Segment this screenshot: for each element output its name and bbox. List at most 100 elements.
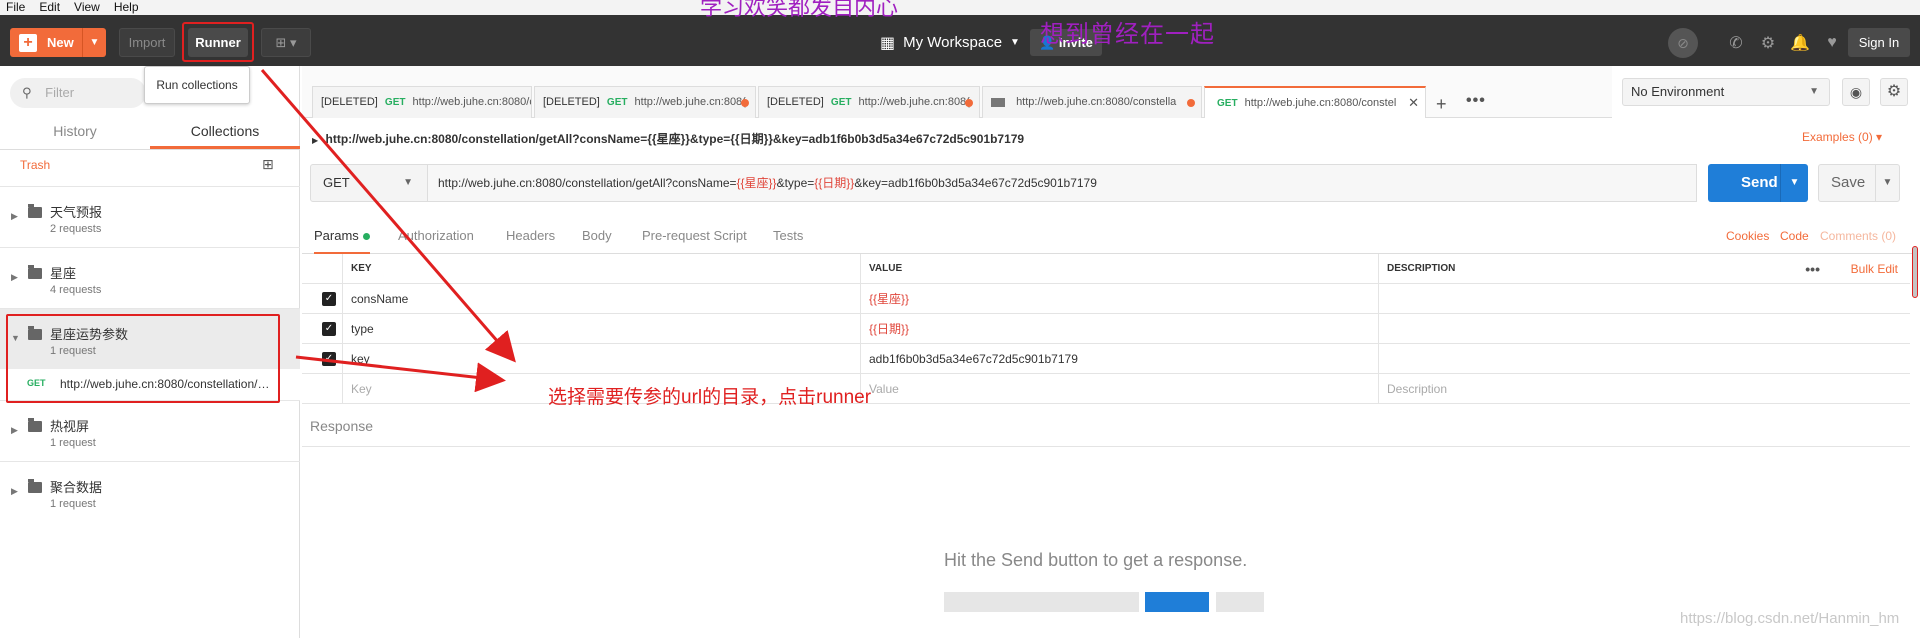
add-tab-icon[interactable]: + bbox=[1436, 94, 1447, 115]
eye-icon[interactable]: ◉ bbox=[1842, 78, 1870, 106]
annotation-box-runner bbox=[182, 22, 254, 62]
new-window-button[interactable]: ⊞ ▾ bbox=[261, 28, 311, 57]
tab-pre-request-script[interactable]: Pre-request Script bbox=[642, 218, 747, 254]
param-description[interactable] bbox=[1378, 314, 1910, 344]
menu-file[interactable]: File bbox=[6, 0, 25, 15]
method-select[interactable]: GET ▼ bbox=[310, 164, 428, 202]
chevron-right-icon: ▶ bbox=[312, 136, 319, 145]
chevron-right-icon[interactable]: ▶ bbox=[11, 486, 18, 497]
send-button[interactable]: Send ▼ bbox=[1708, 164, 1808, 202]
watermark: https://blog.csdn.net/Hanmin_hm bbox=[1680, 610, 1900, 627]
filter-input[interactable]: ⚲ Filter bbox=[10, 78, 146, 108]
tab-authorization[interactable]: Authorization bbox=[398, 218, 474, 254]
request-tab-active[interactable]: GET http://web.juhe.cn:8080/constel ✕ bbox=[1204, 86, 1426, 118]
save-button[interactable]: Save ▼ bbox=[1818, 164, 1900, 202]
chevron-down-icon[interactable]: ▼ bbox=[1780, 164, 1808, 202]
param-key[interactable]: consName bbox=[342, 284, 860, 314]
gear-icon[interactable]: ⚙ bbox=[1880, 78, 1908, 106]
menu-view[interactable]: View bbox=[74, 0, 100, 15]
new-collection-icon[interactable]: ⊞ bbox=[262, 156, 274, 173]
header-icons: ⊘ ✆ ⚙ 🔔 ♥ bbox=[1668, 28, 1842, 58]
settings-icon[interactable]: ⚙ bbox=[1758, 33, 1778, 53]
param-description[interactable] bbox=[1378, 344, 1910, 374]
tab-params-label: Params bbox=[314, 228, 359, 243]
more-icon[interactable]: ••• bbox=[1466, 92, 1486, 110]
description-input[interactable]: Description bbox=[1378, 374, 1910, 404]
request-tab[interactable]: [DELETED] GET http://web.juhe.cn:808( bbox=[758, 86, 980, 118]
tab-body[interactable]: Body bbox=[582, 218, 612, 254]
tab-method: GET bbox=[1217, 98, 1238, 109]
value-input[interactable]: Value bbox=[860, 374, 1378, 404]
table-row: ✓ type {{日期}} bbox=[302, 314, 1910, 344]
param-value[interactable]: {{日期}} bbox=[860, 314, 1378, 344]
examples-link[interactable]: Examples (0) ▾ bbox=[1802, 130, 1882, 144]
satellite-icon[interactable]: ✆ bbox=[1726, 33, 1746, 53]
param-key[interactable]: type bbox=[342, 314, 860, 344]
comments-link[interactable]: Comments (0) bbox=[1820, 218, 1896, 254]
trash-link[interactable]: Trash bbox=[20, 158, 50, 172]
runner-tooltip: Run collections bbox=[144, 66, 250, 104]
signin-button[interactable]: Sign In bbox=[1848, 28, 1910, 57]
request-tab[interactable]: [DELETED] GET http://web.juhe.cn:8080/c bbox=[312, 86, 532, 118]
collection-count: 1 request bbox=[50, 498, 96, 510]
heart-icon[interactable]: ♥ bbox=[1822, 34, 1842, 52]
param-value[interactable]: {{星座}} bbox=[860, 284, 1378, 314]
scrollbar-thumb[interactable] bbox=[1912, 246, 1918, 298]
tab-headers[interactable]: Headers bbox=[506, 218, 555, 254]
collection-item[interactable]: ▶ 星座 4 requests bbox=[0, 247, 300, 308]
tab-url: http://web.juhe.cn:808( bbox=[858, 96, 970, 108]
table-row: ✓ consName {{星座}} bbox=[302, 284, 1910, 314]
checkbox[interactable]: ✓ bbox=[322, 292, 336, 306]
tab-collections[interactable]: Collections bbox=[150, 112, 300, 149]
request-title[interactable]: ▶ http://web.juhe.cn:8080/constellation/… bbox=[312, 130, 1024, 147]
unsaved-dot-icon bbox=[741, 99, 749, 107]
new-button[interactable]: + New ▼ bbox=[10, 28, 106, 57]
folder-icon bbox=[28, 479, 42, 493]
bell-icon[interactable]: 🔔 bbox=[1790, 33, 1810, 53]
param-key[interactable]: key bbox=[342, 344, 860, 374]
menu-help[interactable]: Help bbox=[114, 0, 139, 15]
tab-url: http://web.juhe.cn:8080/constella bbox=[1016, 96, 1177, 108]
chevron-right-icon[interactable]: ▶ bbox=[11, 211, 18, 222]
bulk-edit-link[interactable]: Bulk Edit bbox=[1851, 254, 1898, 284]
param-value[interactable]: adb1f6b0b3d5a34e67c72d5c901b7179 bbox=[860, 344, 1378, 374]
chevron-right-icon[interactable]: ▶ bbox=[11, 425, 18, 436]
tab-params[interactable]: Params bbox=[314, 218, 370, 254]
collection-count: 2 requests bbox=[50, 223, 102, 235]
table-header: KEY VALUE DESCRIPTION ••• Bulk Edit bbox=[302, 254, 1910, 284]
url-variable: {{日期}} bbox=[814, 176, 855, 190]
sync-off-icon[interactable]: ⊘ bbox=[1668, 28, 1698, 58]
workspace-label: My Workspace bbox=[903, 34, 1003, 51]
search-icon: ⚲ bbox=[22, 85, 32, 100]
url-part: &key=adb1f6b0b3d5a34e67c72d5c901b7179 bbox=[854, 176, 1097, 190]
environment-select[interactable]: No Environment ▼ bbox=[1622, 78, 1830, 106]
more-icon[interactable]: ••• bbox=[1805, 254, 1820, 284]
header-key: KEY bbox=[342, 254, 860, 284]
collection-name: 星座 bbox=[50, 266, 77, 281]
cookies-link[interactable]: Cookies bbox=[1726, 218, 1769, 254]
chevron-right-icon[interactable]: ▶ bbox=[11, 272, 18, 283]
code-link[interactable]: Code bbox=[1780, 218, 1809, 254]
collection-item[interactable]: ▶ 天气预报 2 requests bbox=[0, 186, 300, 247]
tab-tests[interactable]: Tests bbox=[773, 218, 803, 254]
workspace-switcher[interactable]: ▦ My Workspace ▼ bbox=[880, 28, 1020, 57]
placeholder-bar-accent bbox=[1145, 592, 1209, 612]
url-part: &type= bbox=[776, 176, 815, 190]
tab-history[interactable]: History bbox=[0, 112, 150, 149]
request-title-text: http://web.juhe.cn:8080/constellation/ge… bbox=[325, 132, 1025, 146]
chevron-down-icon[interactable]: ▼ bbox=[82, 28, 106, 57]
param-description[interactable] bbox=[1378, 284, 1910, 314]
url-input[interactable]: http://web.juhe.cn:8080/constellation/ge… bbox=[427, 164, 1697, 202]
import-button[interactable]: Import bbox=[119, 28, 175, 57]
request-tab[interactable]: [DELETED] GET http://web.juhe.cn:808( bbox=[534, 86, 756, 118]
request-tab[interactable]: http://web.juhe.cn:8080/constella bbox=[982, 86, 1202, 118]
row-check-cell bbox=[302, 374, 342, 404]
collection-item[interactable]: ▶ 热视屏 1 request bbox=[0, 400, 300, 461]
menu-edit[interactable]: Edit bbox=[39, 0, 60, 15]
close-icon[interactable]: ✕ bbox=[1408, 88, 1419, 118]
folder-icon bbox=[28, 418, 42, 432]
checkbox[interactable]: ✓ bbox=[322, 352, 336, 366]
collection-item[interactable]: ▶ 聚合数据 1 request bbox=[0, 461, 300, 522]
chevron-down-icon[interactable]: ▼ bbox=[1875, 165, 1899, 201]
checkbox[interactable]: ✓ bbox=[322, 322, 336, 336]
